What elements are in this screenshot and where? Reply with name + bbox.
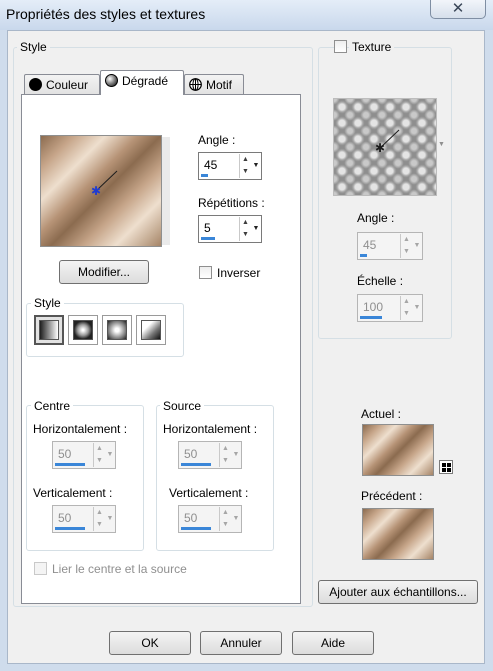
ok-button[interactable]: OK (109, 631, 191, 655)
center-group-label: Centre (31, 399, 74, 413)
current-label: Actuel : (361, 407, 402, 421)
tab-label: Motif (206, 78, 233, 92)
dropdown-arrow-icon[interactable]: ▼ (106, 443, 114, 467)
spin-arrows[interactable]: ▲ ▼ (93, 507, 105, 531)
source-horizontal-bar (181, 463, 211, 466)
texture-angle-label: Angle : (357, 211, 395, 225)
radial-gradient-button[interactable] (102, 315, 132, 345)
dropdown-arrow-icon[interactable]: ▼ (413, 296, 421, 320)
source-vertical-stepper[interactable]: 50 ▲ ▼ ▼ (178, 505, 242, 533)
repetitions-value: 5 (204, 221, 211, 235)
linear-gradient-button[interactable] (34, 315, 64, 345)
texture-preview[interactable]: ✱ (333, 98, 437, 196)
svg-text:✱: ✱ (375, 141, 385, 155)
center-horizontal-value: 50 (58, 447, 72, 461)
dropdown-arrow-icon[interactable]: ▼ (413, 234, 421, 258)
center-vertical-bar (55, 527, 85, 530)
source-horizontal-label: Horizontalement : (163, 422, 258, 436)
gradient-preview[interactable]: ✱ (40, 135, 162, 247)
texture-preview-arrow-icon[interactable]: ▼ (438, 141, 445, 148)
radial-gradient-icon (107, 320, 127, 340)
center-vertical-value: 50 (58, 511, 72, 525)
modify-button[interactable]: Modifier... (59, 260, 149, 284)
texture-scale-value: 100 (363, 300, 384, 314)
source-vertical-bar (181, 527, 211, 530)
dialog-body: Style Couleur Dégradé Motif ✱ Angle : 45… (7, 30, 485, 664)
spin-arrows[interactable]: ▲ ▼ (239, 154, 251, 178)
style-group-label: Style (17, 40, 50, 54)
svg-text:✱: ✱ (91, 184, 101, 198)
dropdown-arrow-icon[interactable]: ▼ (252, 154, 260, 178)
swatch-grid-icon[interactable] (439, 460, 453, 474)
center-horizontal-bar (55, 463, 85, 466)
angle-handle: ✱ (91, 170, 118, 198)
repetitions-stepper[interactable]: 5 ▲ ▼ ▼ (198, 215, 262, 243)
gradient-circle-icon (105, 74, 118, 87)
texture-checkbox[interactable] (334, 40, 347, 53)
repetitions-value-bar (201, 237, 215, 240)
source-horizontal-stepper[interactable]: 50 ▲ ▼ ▼ (178, 441, 242, 469)
corner-gradient-icon (141, 320, 161, 340)
close-icon: ✕ (451, 0, 465, 17)
source-group-label: Source (160, 399, 205, 413)
angle-value: 45 (204, 158, 218, 172)
texture-angle-stepper[interactable]: 45 ▲ ▼ ▼ (357, 232, 423, 260)
texture-angle-bar (360, 254, 367, 257)
globe-grid-icon (189, 78, 202, 91)
close-button[interactable]: ✕ (430, 0, 486, 19)
black-circle-icon (29, 78, 42, 91)
spin-arrows[interactable]: ▲ ▼ (219, 443, 231, 467)
linear-gradient-icon (39, 320, 59, 340)
texture-label: Texture (349, 40, 395, 54)
invert-checkbox[interactable] (199, 266, 212, 279)
texture-angle-handle: ✱ (375, 129, 400, 155)
spin-arrows[interactable]: ▲ ▼ (239, 217, 251, 241)
dropdown-arrow-icon[interactable]: ▼ (252, 217, 260, 241)
center-horizontal-label: Horizontalement : (33, 422, 128, 436)
dropdown-arrow-icon[interactable]: ▼ (232, 443, 240, 467)
tab-motif[interactable]: Motif (184, 74, 244, 95)
texture-scale-stepper[interactable]: 100 ▲ ▼ ▼ (357, 294, 423, 322)
spin-arrows[interactable]: ▲ ▼ (93, 443, 105, 467)
repetitions-label: Répétitions : (198, 196, 265, 210)
tab-label: Couleur (46, 78, 89, 92)
angle-label: Angle : (198, 133, 236, 147)
rectangular-gradient-icon (73, 320, 93, 340)
spin-arrows[interactable]: ▲ ▼ (400, 234, 412, 258)
dropdown-arrow-icon[interactable]: ▼ (232, 507, 240, 531)
dropdown-arrow-icon[interactable]: ▼ (106, 507, 114, 531)
rectangular-gradient-button[interactable] (68, 315, 98, 345)
spin-arrows[interactable]: ▲ ▼ (400, 296, 412, 320)
center-horizontal-stepper[interactable]: 50 ▲ ▼ ▼ (52, 441, 116, 469)
tab-panel-degrade: ✱ Angle : 45 ▲ ▼ ▼ Répétitions : 5 ▲ ▼ ▼ M… (21, 94, 301, 604)
gradient-style-label: Style (31, 296, 64, 310)
texture-scale-bar (360, 316, 382, 319)
add-to-swatches-button[interactable]: Ajouter aux échantillons... (318, 580, 478, 604)
window-title: Propriétés des styles et textures (6, 6, 206, 22)
tab-label: Dégradé (122, 74, 169, 88)
current-swatch[interactable] (362, 424, 434, 476)
spin-arrows[interactable]: ▲ ▼ (219, 507, 231, 531)
texture-angle-value: 45 (363, 238, 377, 252)
previous-swatch[interactable] (362, 508, 434, 560)
help-button[interactable]: Aide (292, 631, 374, 655)
angle-stepper[interactable]: 45 ▲ ▼ ▼ (198, 152, 262, 180)
corner-gradient-button[interactable] (136, 315, 166, 345)
link-center-source-label: Lier le centre et la source (52, 562, 187, 576)
source-vertical-label: Verticalement : (169, 486, 249, 500)
texture-scale-label: Échelle : (357, 274, 404, 288)
previous-label: Précédent : (361, 489, 423, 503)
cancel-button[interactable]: Annuler (200, 631, 282, 655)
link-center-source-checkbox[interactable] (34, 562, 47, 575)
source-vertical-value: 50 (184, 511, 198, 525)
tab-couleur[interactable]: Couleur (24, 74, 100, 95)
tab-degrade[interactable]: Dégradé (100, 70, 184, 95)
angle-value-bar (201, 174, 208, 177)
source-horizontal-value: 50 (184, 447, 198, 461)
invert-label: Inverser (217, 266, 261, 280)
center-vertical-label: Verticalement : (33, 486, 113, 500)
preview-scrollbar[interactable] (162, 137, 170, 245)
title-bar: Propriétés des styles et textures ✕ (0, 0, 493, 30)
center-vertical-stepper[interactable]: 50 ▲ ▼ ▼ (52, 505, 116, 533)
